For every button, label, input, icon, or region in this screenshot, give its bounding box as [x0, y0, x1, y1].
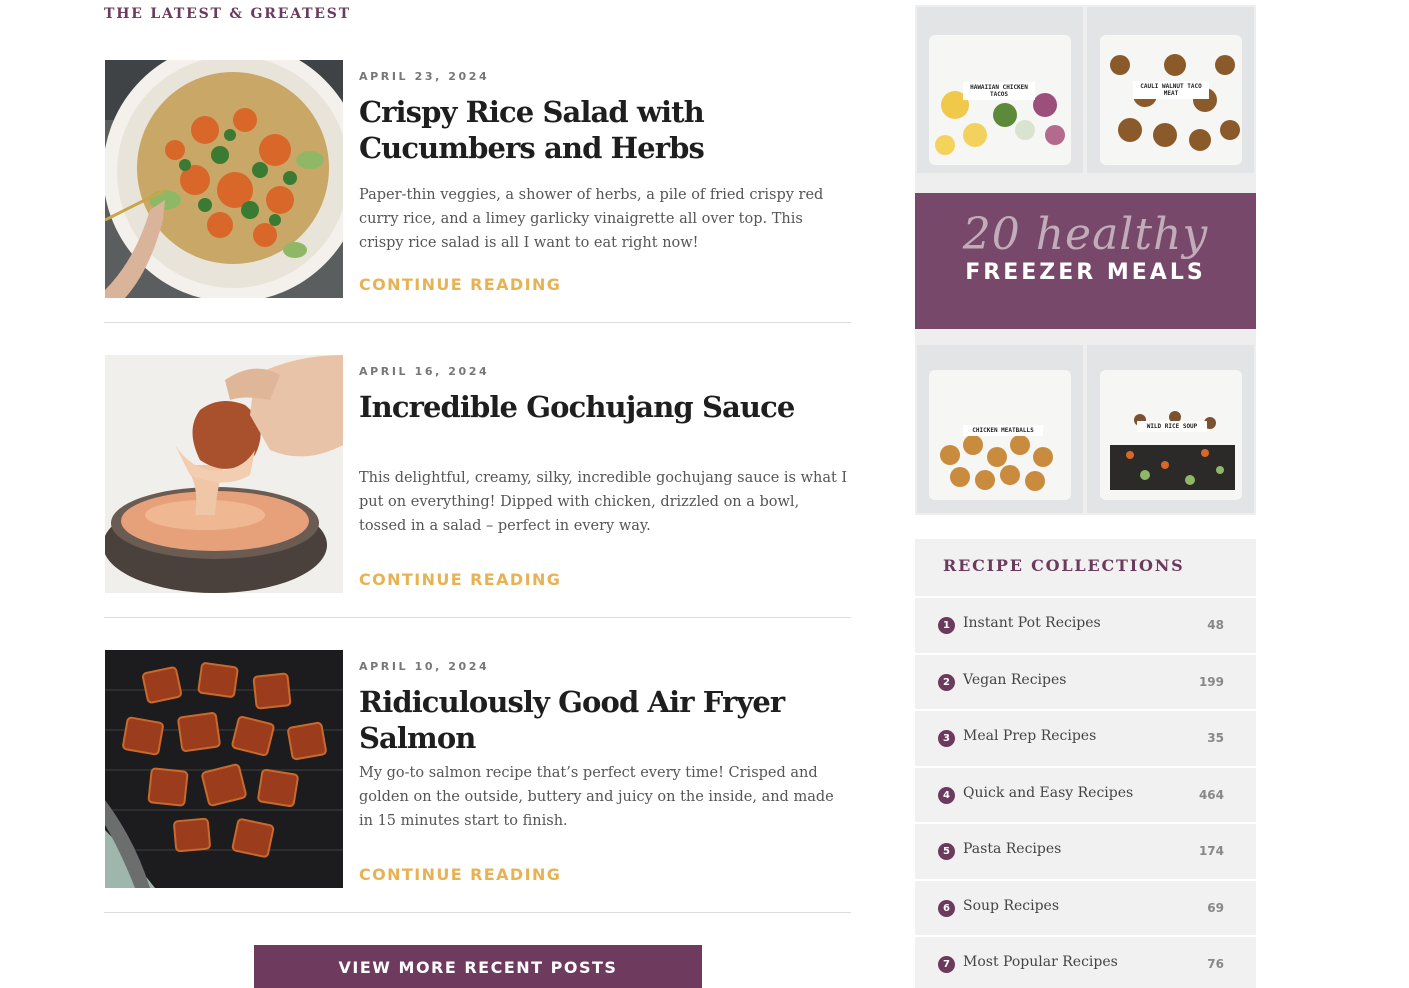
post-date: APRIL 16, 2024 [359, 365, 490, 378]
recipe-collections-heading: RECIPE COLLECTIONS [915, 539, 1256, 596]
bag-label: HAWAIIAN CHICKEN TACOS [963, 82, 1035, 100]
collection-count: 76 [1207, 957, 1224, 971]
post-divider [104, 322, 851, 323]
collection-label: Instant Pot Recipes [963, 615, 1101, 631]
post-divider [104, 912, 851, 913]
post-excerpt: This delightful, creamy, silky, incredib… [359, 470, 848, 534]
bag-label: CAULI WALNUT TACO MEAT [1133, 81, 1209, 99]
continue-reading-link[interactable]: CONTINUE READING [359, 570, 561, 589]
post-title-link[interactable]: Incredible Gochujang Sauce [359, 389, 851, 425]
collection-count: 35 [1207, 731, 1224, 745]
view-more-posts-button[interactable]: VIEW MORE RECENT POSTS [254, 945, 702, 988]
collection-count: 464 [1198, 787, 1224, 802]
collection-label: Pasta Recipes [963, 841, 1062, 857]
collection-number-badge: 6 [938, 899, 955, 917]
collection-count: 69 [1207, 900, 1224, 915]
post-title-link[interactable]: Crispy Rice Salad with Cucumbers and Her… [359, 94, 851, 166]
collection-item-most-popular[interactable]: 7 Most Popular Recipes 76 [915, 935, 1256, 988]
collection-item-vegan[interactable]: 2 Vegan Recipes 199 [915, 652, 1256, 709]
collection-count: 48 [1207, 618, 1224, 632]
collection-label: Most Popular Recipes [963, 954, 1118, 970]
collection-label: Soup Recipes [963, 897, 1060, 914]
continue-reading-link[interactable]: CONTINUE READING [359, 275, 561, 294]
collection-label: Vegan Recipes [963, 671, 1067, 688]
post-card: APRIL 10, 2024 Ridiculously Good Air Fry… [104, 650, 851, 945]
collection-label: Quick and Easy Recipes [963, 784, 1134, 801]
recent-posts-list: APRIL 23, 2024 Crispy Rice Salad with Cu… [104, 60, 851, 945]
post-date: APRIL 10, 2024 [359, 660, 490, 673]
post-thumbnail-air-fryer-salmon[interactable] [105, 650, 343, 888]
collection-number-badge: 4 [938, 786, 955, 804]
freezer-meals-promo[interactable]: HAWAIIAN CHICKEN TACOS CAULI WALNUT TACO… [915, 5, 1256, 515]
collection-count: 174 [1198, 844, 1224, 858]
collection-item-meal-prep[interactable]: 3 Meal Prep Recipes 35 [915, 709, 1256, 766]
promo-script-text: 20 healthy [962, 209, 1209, 260]
collection-item-instant-pot[interactable]: 1 Instant Pot Recipes 48 [915, 596, 1256, 653]
collection-number-badge: 2 [938, 673, 955, 691]
air-fryer-salmon-photo [105, 650, 343, 888]
post-excerpt: Paper-thin veggies, a shower of herbs, a… [359, 187, 824, 251]
post-card: APRIL 16, 2024 Incredible Gochujang Sauc… [104, 355, 851, 650]
gochujang-dip-photo [105, 355, 343, 593]
salad-bowl-photo [105, 60, 343, 298]
collection-item-soup[interactable]: 6 Soup Recipes 69 [915, 878, 1256, 935]
collection-number-badge: 5 [938, 843, 955, 860]
section-heading: THE LATEST & GREATEST [104, 6, 351, 22]
post-divider [104, 617, 851, 618]
continue-reading-link[interactable]: CONTINUE READING [359, 865, 561, 884]
post-thumbnail-crispy-rice-salad[interactable] [105, 60, 343, 298]
collection-item-quick-and-easy[interactable]: 4 Quick and Easy Recipes 464 [915, 765, 1256, 822]
bag-label: WILD RICE SOUP [1137, 421, 1207, 432]
collection-number-badge: 7 [938, 956, 955, 973]
recipe-collections-widget: RECIPE COLLECTIONS 1 Instant Pot Recipes… [915, 539, 1256, 988]
promo-headline: FREEZER MEALS [965, 260, 1206, 285]
post-excerpt: My go-to salmon recipe that’s perfect ev… [359, 765, 834, 829]
post-card: APRIL 23, 2024 Crispy Rice Salad with Cu… [104, 60, 851, 355]
bag-label: CHICKEN MEATBALLS [963, 425, 1043, 436]
collection-item-pasta[interactable]: 5 Pasta Recipes 174 [915, 822, 1256, 879]
post-title-link[interactable]: Ridiculously Good Air Fryer Salmon [359, 684, 851, 756]
collection-label: Meal Prep Recipes [963, 728, 1097, 744]
post-date: APRIL 23, 2024 [359, 70, 490, 83]
post-thumbnail-gochujang-sauce[interactable] [105, 355, 343, 593]
collection-number-badge: 3 [938, 730, 955, 747]
collection-count: 199 [1198, 674, 1224, 689]
collection-number-badge: 1 [938, 617, 955, 634]
